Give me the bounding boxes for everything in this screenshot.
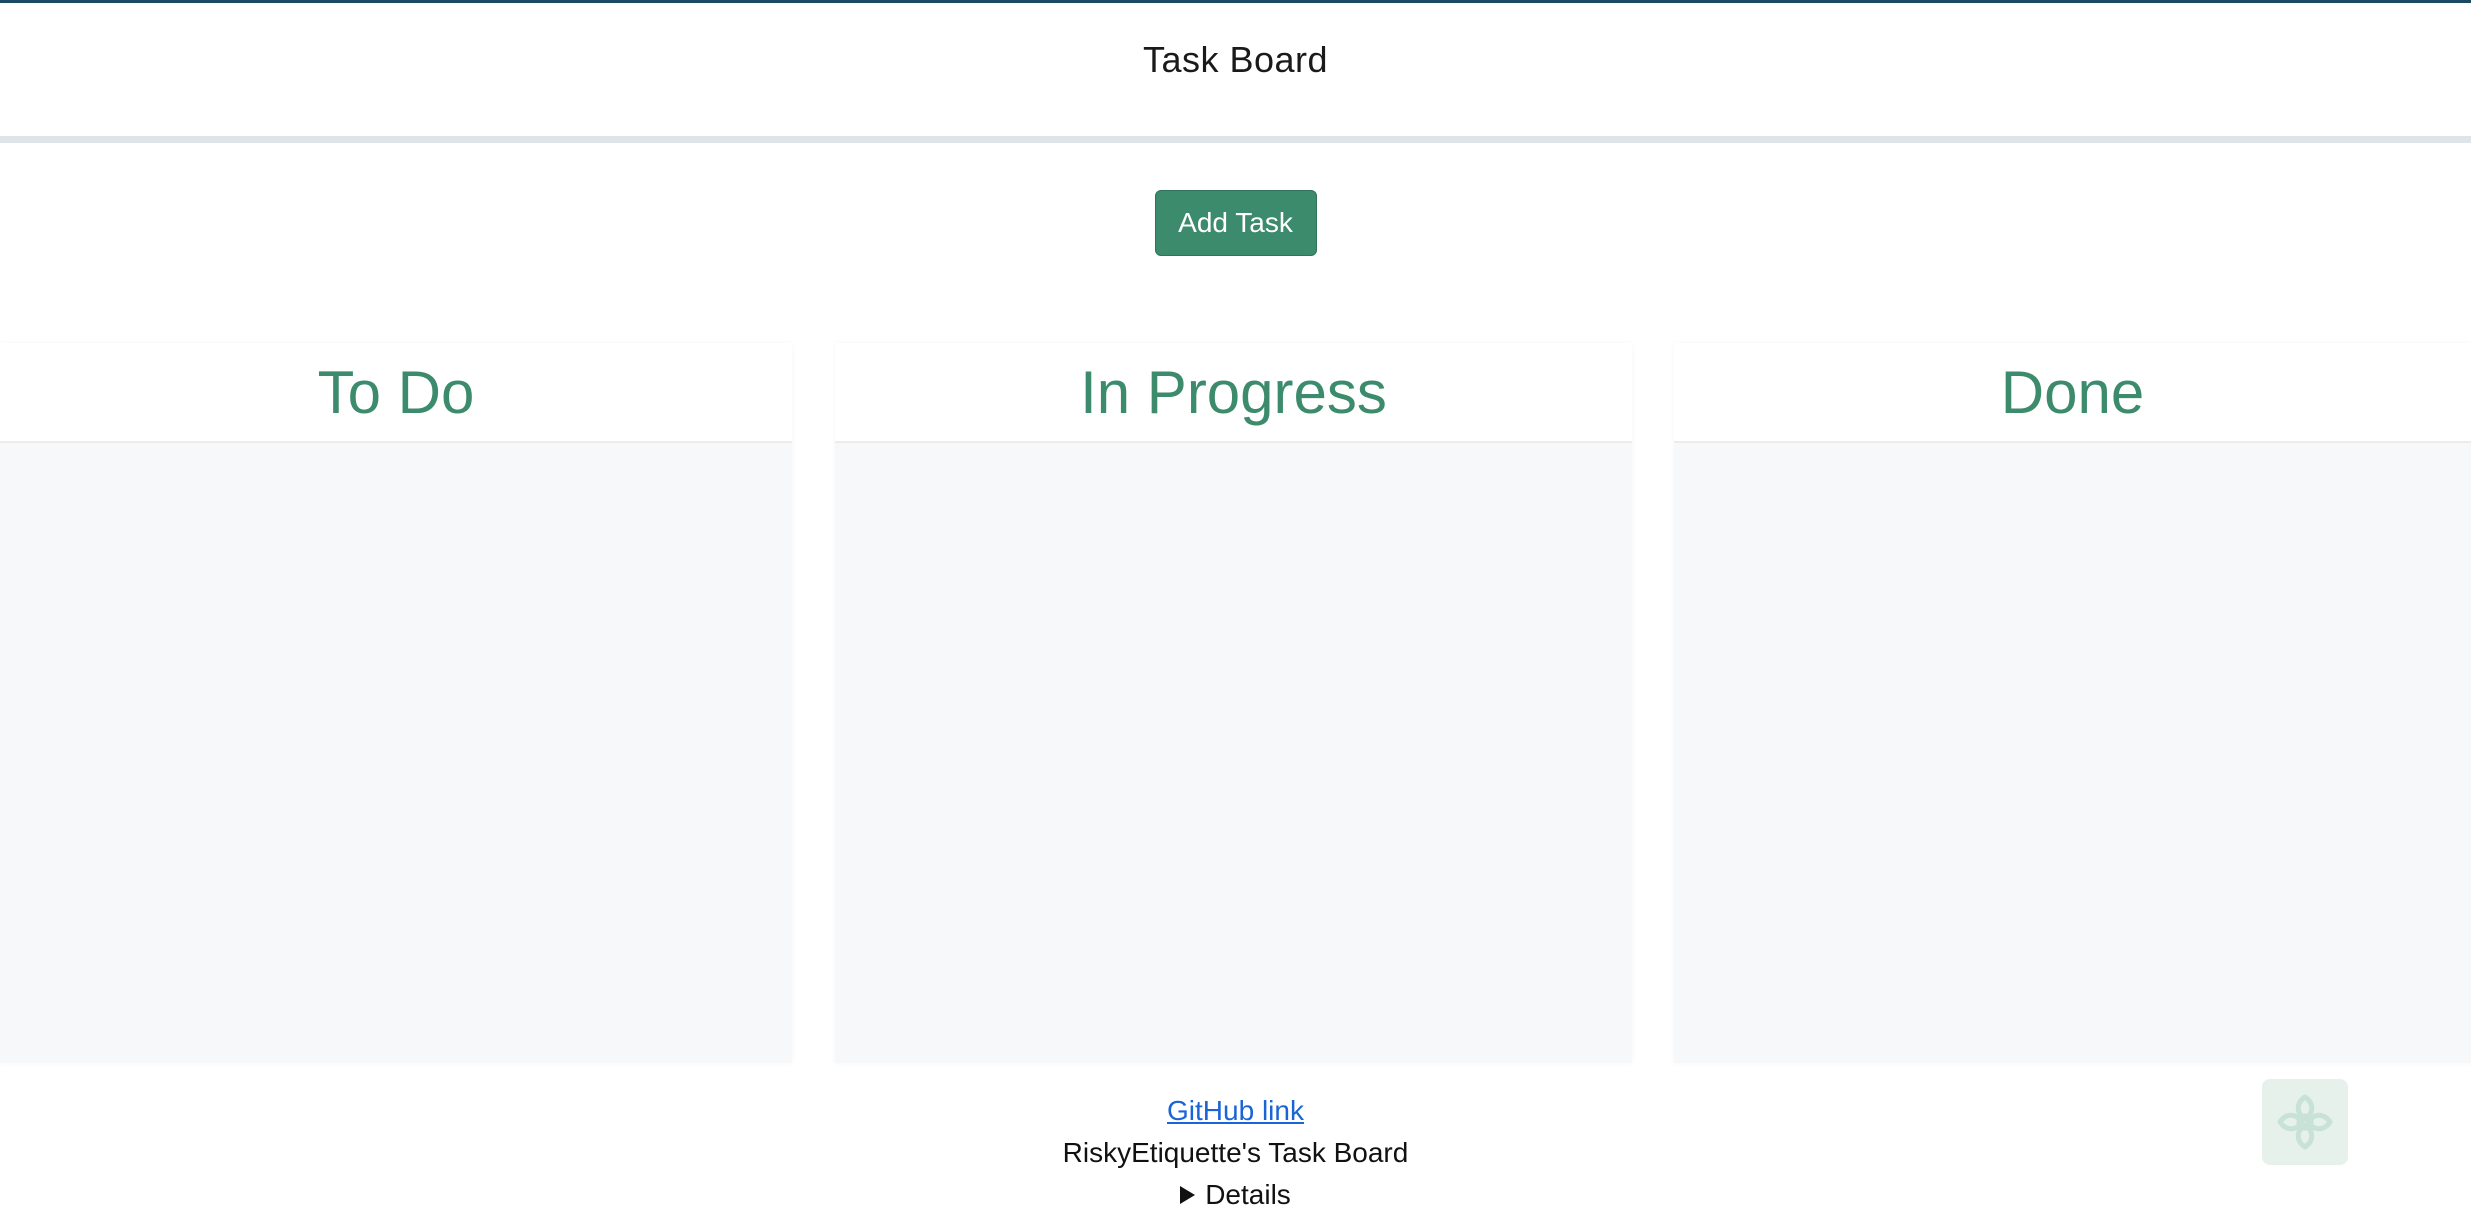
app-header: Task Board [0,3,2471,143]
column-dropzone-done[interactable] [1674,443,2471,1063]
details-label: Details [1205,1179,1291,1210]
app-title: Task Board [1142,38,1329,80]
column-header: To Do [0,343,792,443]
column-done: Done [1674,343,2471,1063]
column-dropzone-todo[interactable] [0,443,792,1063]
details-toggle[interactable]: Details [0,1174,2471,1216]
column-title-todo: To Do [317,358,475,426]
column-in-progress: In Progress [835,343,1632,1063]
column-title-done: Done [2000,358,2145,426]
footer-caption: RiskyEtiquette's Task Board [1062,1137,1409,1168]
flower-logo-icon[interactable] [2262,1079,2348,1165]
triangle-right-icon [1180,1185,1196,1204]
task-board: To Do In Progress Done [0,343,2471,1063]
add-task-button[interactable]: Add Task [1154,190,1317,256]
footer: GitHub link RiskyEtiquette's Task Board … [0,1090,2471,1216]
column-dropzone-in-progress[interactable] [835,443,1632,1063]
flower-logo-glyph [2277,1094,2333,1150]
column-todo: To Do [0,343,792,1063]
column-header: In Progress [835,343,1632,443]
column-header: Done [1674,343,2471,443]
toolbar: Add Task [0,190,2471,256]
github-link[interactable]: GitHub link [0,1090,2471,1132]
column-title-in-progress: In Progress [1080,358,1387,426]
